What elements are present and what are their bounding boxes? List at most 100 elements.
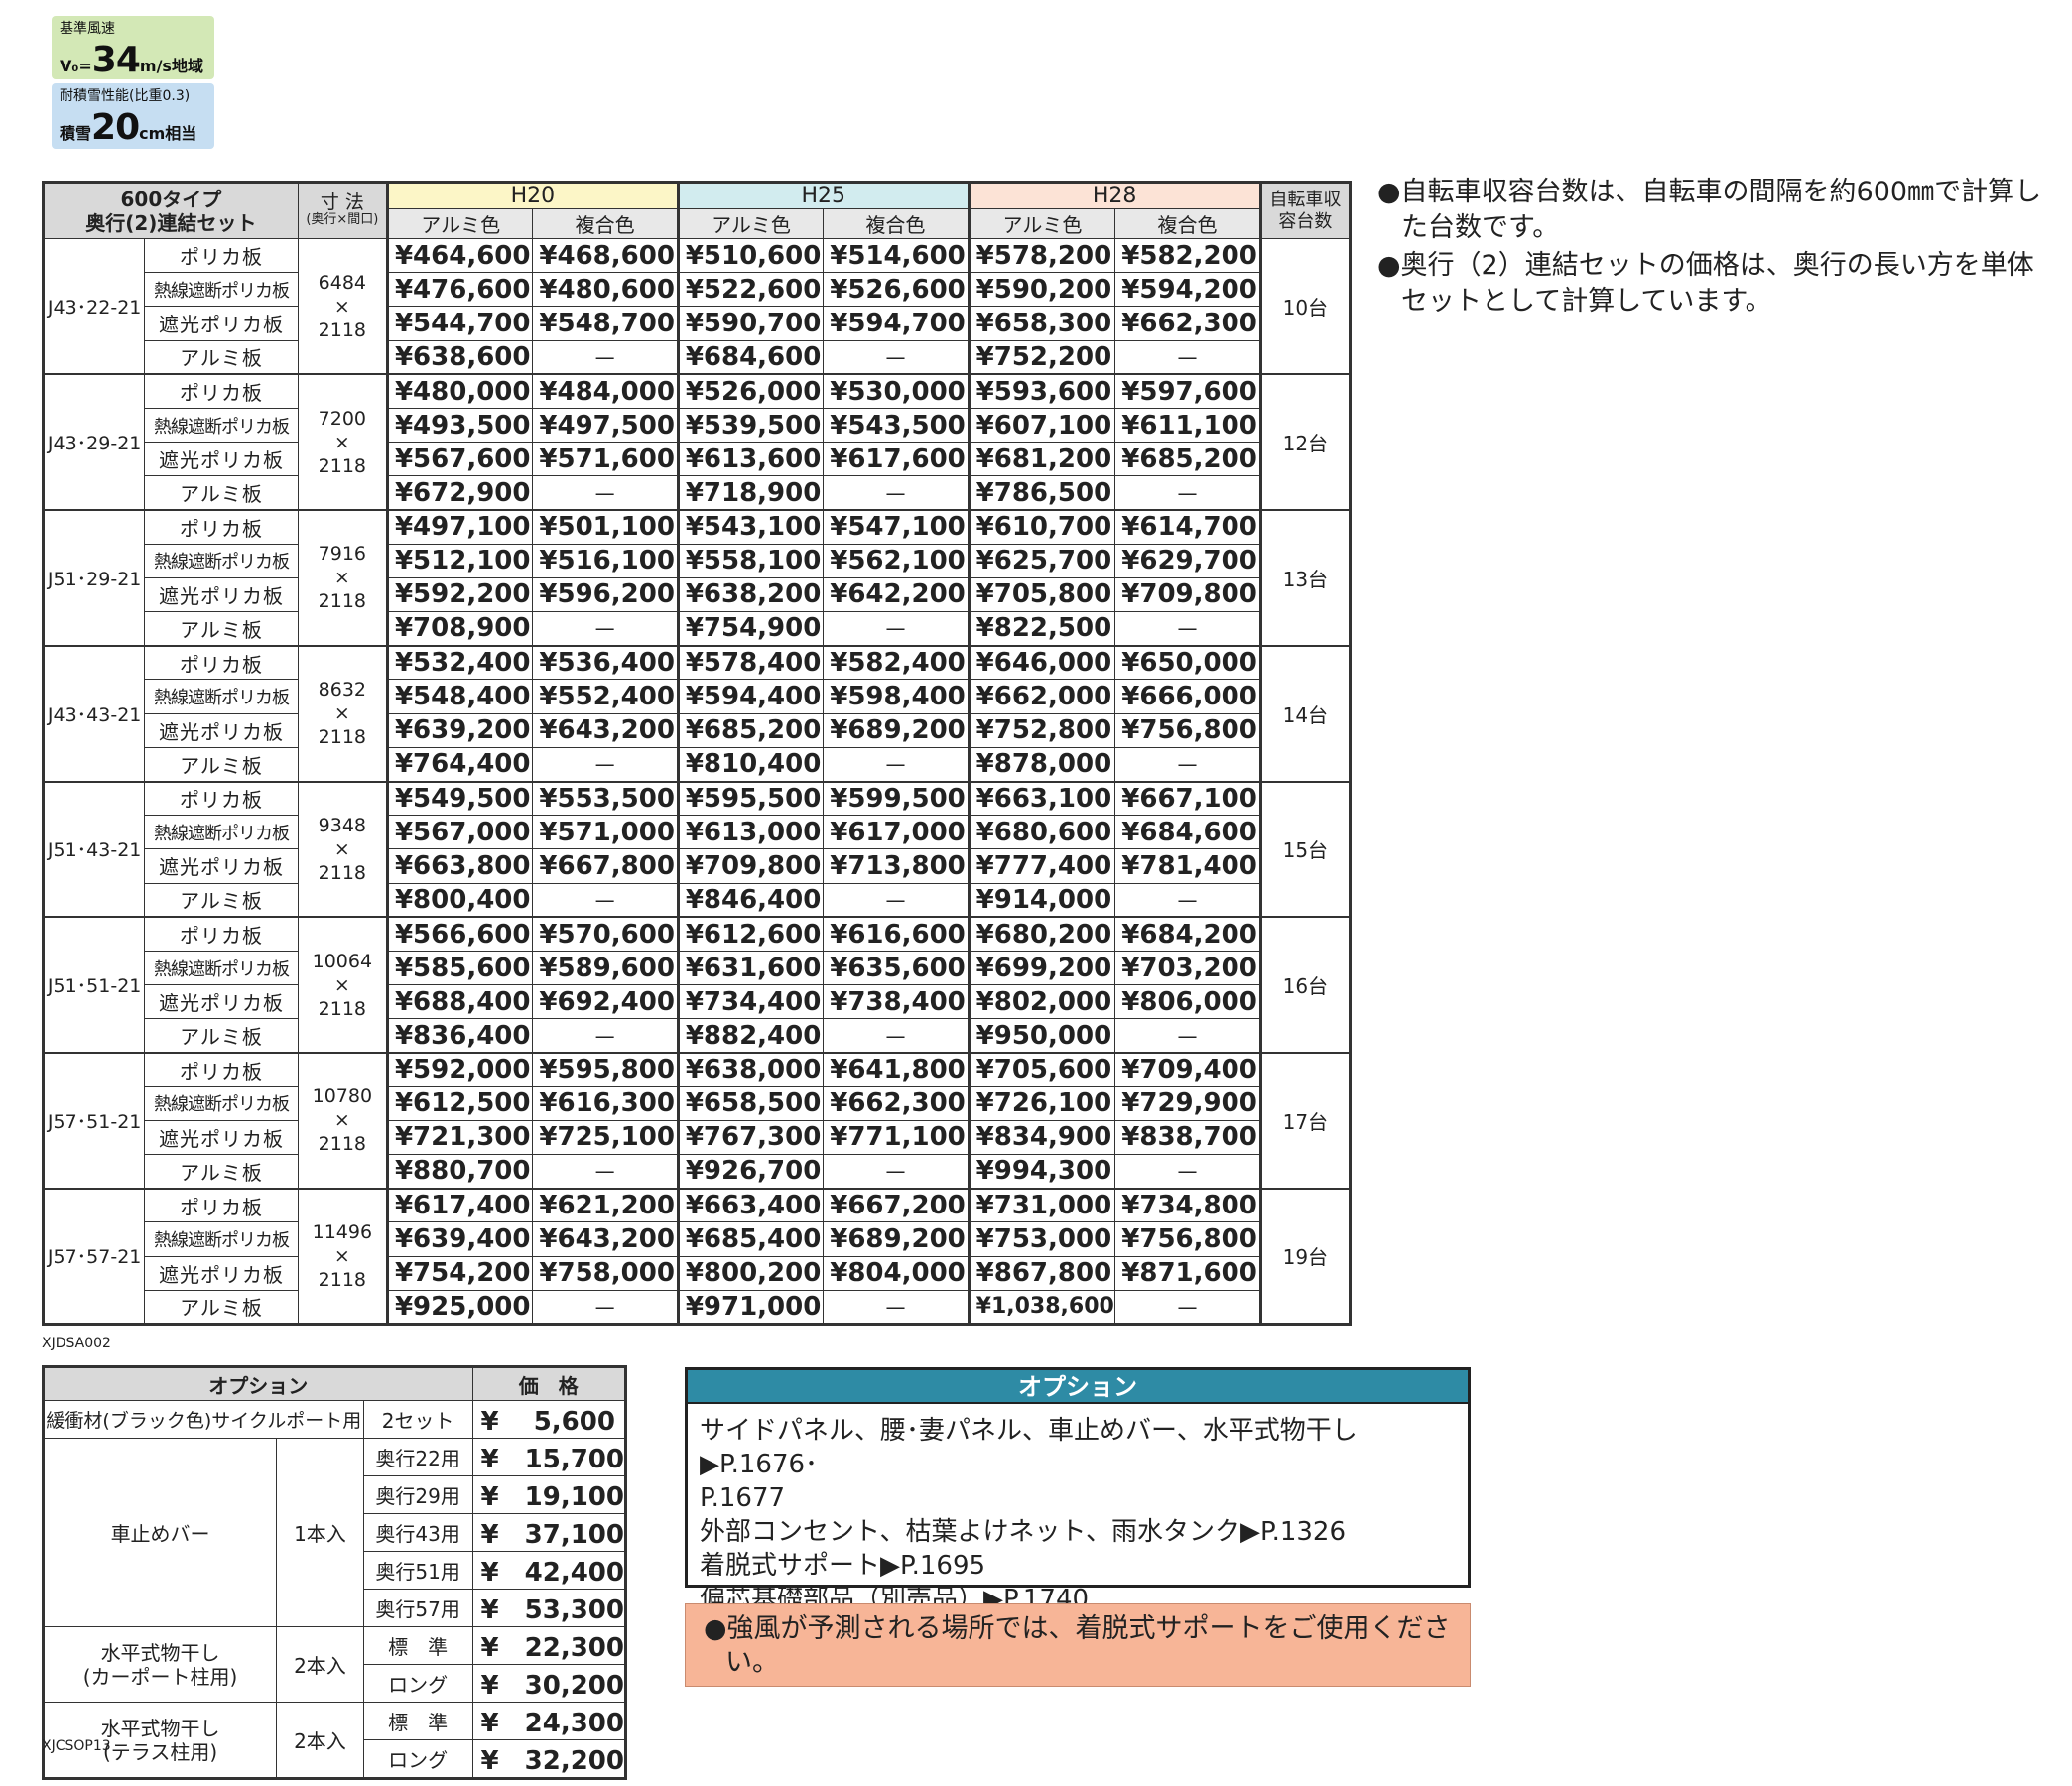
stopper-size: 奥行29用 <box>362 1475 473 1515</box>
price-row: 遮光ポリカ板 ¥663,800 ¥667,800 ¥709,800 ¥713,800 ¥7… <box>44 848 1351 884</box>
price-cell: ¥629,700 <box>1114 543 1261 578</box>
not-available-cell: — <box>1114 611 1261 647</box>
panel-type: 遮光ポリカ板 <box>144 442 299 477</box>
option-ref-line: P.1677 <box>700 1483 786 1513</box>
dimension-cell: 10064 × 2118 <box>297 916 388 1054</box>
panel-type: 熱線遮断ポリカ板 <box>144 272 299 308</box>
option-ref-line: 外部コンセント、枯葉よけネット、雨水タンク▶P.1326 <box>700 1517 1347 1547</box>
stopper-price: ¥ 15,700 <box>471 1438 627 1477</box>
stopper-size: 奥行57用 <box>362 1589 473 1628</box>
price-cell: ¥497,500 <box>532 407 679 444</box>
price-cell: ¥681,200 <box>967 442 1116 477</box>
price-cell: ¥756,800 <box>1114 712 1261 748</box>
panel-type: 遮光ポリカ板 <box>144 712 299 748</box>
price-cell: ¥501,100 <box>532 508 679 545</box>
not-available-cell: — <box>532 882 679 918</box>
price-cell: ¥667,800 <box>532 848 679 884</box>
color-header: アルミ色 <box>967 208 1116 239</box>
option-ref-line: 着脱式サポート▶P.1695 <box>700 1551 986 1581</box>
dimension-cell: 7200 × 2118 <box>297 373 388 511</box>
price-row: アルミ板 ¥925,000— ¥971,000— ¥1,038,600— <box>44 1289 1351 1326</box>
price-cell: ¥753,000 <box>967 1221 1116 1257</box>
price-cell: ¥594,700 <box>823 306 970 341</box>
price-cell: ¥718,900 <box>676 475 825 511</box>
panel-type: 熱線遮断ポリカ板 <box>144 679 299 714</box>
price-cell: ¥838,700 <box>1114 1119 1261 1156</box>
price-cell: ¥567,600 <box>385 442 534 477</box>
price-cell: ¥516,100 <box>532 543 679 578</box>
not-available-cell: — <box>532 339 679 375</box>
price-cell: ¥650,000 <box>1114 644 1261 681</box>
price-cell: ¥758,000 <box>532 1255 679 1291</box>
not-available-cell: — <box>823 475 970 511</box>
panel-type: 遮光ポリカ板 <box>144 1255 299 1291</box>
price-cell: ¥680,200 <box>967 916 1116 952</box>
not-available-cell: — <box>1114 882 1261 918</box>
cushion-qty: 2セット <box>362 1400 473 1440</box>
price-cell: ¥752,200 <box>967 339 1116 375</box>
price-cell: ¥639,400 <box>385 1221 534 1257</box>
price-row: アルミ板 ¥708,900— ¥754,900— ¥822,500— <box>44 611 1351 647</box>
panel-type: ポリカ板 <box>144 644 299 681</box>
dryer-price: ¥ 32,200 <box>471 1739 627 1780</box>
price-cell: ¥786,500 <box>967 475 1116 511</box>
price-cell: ¥708,900 <box>385 611 534 647</box>
bike-capacity: 13台 <box>1258 509 1352 647</box>
price-cell: ¥464,600 <box>385 237 534 274</box>
price-cell: ¥582,200 <box>1114 237 1261 274</box>
price-row: J51･51-21 ポリカ板 10064 × 2118 ¥566,600 ¥570,600 ¥… <box>42 916 1352 1054</box>
price-cell: ¥925,000 <box>385 1289 534 1326</box>
price-row: 熱線遮断ポリカ板 ¥512,100 ¥516,100 ¥558,100 ¥562,100… <box>44 543 1351 578</box>
panel-type: アルミ板 <box>144 475 299 511</box>
price-row: 熱線遮断ポリカ板 ¥476,600 ¥480,600 ¥522,600 ¥526,600… <box>44 272 1351 308</box>
price-cell: ¥689,200 <box>823 1221 970 1257</box>
price-cell: ¥526,600 <box>823 272 970 308</box>
price-cell: ¥754,200 <box>385 1255 534 1291</box>
price-cell: ¥510,600 <box>676 237 825 274</box>
price-cell: ¥781,400 <box>1114 848 1261 884</box>
price-cell: ¥638,000 <box>676 1051 825 1087</box>
dryer-price: ¥ 24,300 <box>471 1702 627 1741</box>
panel-type: ポリカ板 <box>144 1187 299 1223</box>
price-cell: ¥672,900 <box>385 475 534 511</box>
price-cell: ¥493,500 <box>385 407 534 444</box>
price-cell: ¥585,600 <box>385 950 534 986</box>
price-cell: ¥497,100 <box>385 508 534 545</box>
dryer-type: ロング <box>362 1739 473 1780</box>
panel-type: 遮光ポリカ板 <box>144 984 299 1020</box>
dimension-header: 寸 法 (奥行×間口) <box>297 182 388 239</box>
price-row: J43･22-21 ポリカ板 6484 × 2118 ¥464,600 ¥468,600 ¥5… <box>42 237 1352 375</box>
price-cell: ¥598,400 <box>823 679 970 714</box>
price-row: 熱線遮断ポリカ板 ¥639,400 ¥643,200 ¥685,400 ¥689,200… <box>44 1221 1351 1257</box>
panel-type: アルミ板 <box>144 746 299 783</box>
bike-capacity: 16台 <box>1258 916 1352 1054</box>
panel-type: アルミ板 <box>144 1289 299 1326</box>
price-row: アルミ板 ¥672,900— ¥718,900— ¥786,500— <box>44 475 1351 511</box>
price-cell: ¥756,800 <box>1114 1221 1261 1257</box>
not-available-cell: — <box>1114 746 1261 783</box>
stopper-price: ¥ 53,300 <box>471 1589 627 1628</box>
price-cell: ¥638,200 <box>676 576 825 613</box>
dimension-cell: 10780 × 2118 <box>297 1052 388 1190</box>
price-cell: ¥777,400 <box>967 848 1116 884</box>
price-cell: ¥914,000 <box>967 882 1116 918</box>
color-header: 複合色 <box>532 208 679 239</box>
dimension-cell: 7916 × 2118 <box>297 509 388 647</box>
dryer-carport-qty: 2本入 <box>276 1626 364 1704</box>
price-cell: ¥616,300 <box>532 1085 679 1121</box>
price-cell: ¥729,900 <box>1114 1085 1261 1121</box>
price-cell: ¥731,000 <box>967 1187 1116 1223</box>
price-cell: ¥646,000 <box>967 644 1116 681</box>
panel-type: 熱線遮断ポリカ板 <box>144 543 299 578</box>
price-cell: ¥607,100 <box>967 407 1116 444</box>
price-table: 600タイプ 奥行(2)連結セット 寸 法 (奥行×間口) H20 H25 H28 … <box>42 181 1352 1326</box>
price-row: 熱線遮断ポリカ板 ¥548,400 ¥552,400 ¥594,400 ¥598,400… <box>44 679 1351 714</box>
price-cell: ¥705,800 <box>967 576 1116 613</box>
snow-value-line: 積雪20cm相当 <box>60 107 197 148</box>
price-cell: ¥594,400 <box>676 679 825 714</box>
price-cell: ¥734,800 <box>1114 1187 1261 1223</box>
wind-label: 基準風速 <box>60 21 115 37</box>
price-cell: ¥994,300 <box>967 1154 1116 1190</box>
price-row: J43･29-21 ポリカ板 7200 × 2118 ¥480,000 ¥484,000 ¥5… <box>42 373 1352 511</box>
price-cell: ¥549,500 <box>385 780 534 817</box>
